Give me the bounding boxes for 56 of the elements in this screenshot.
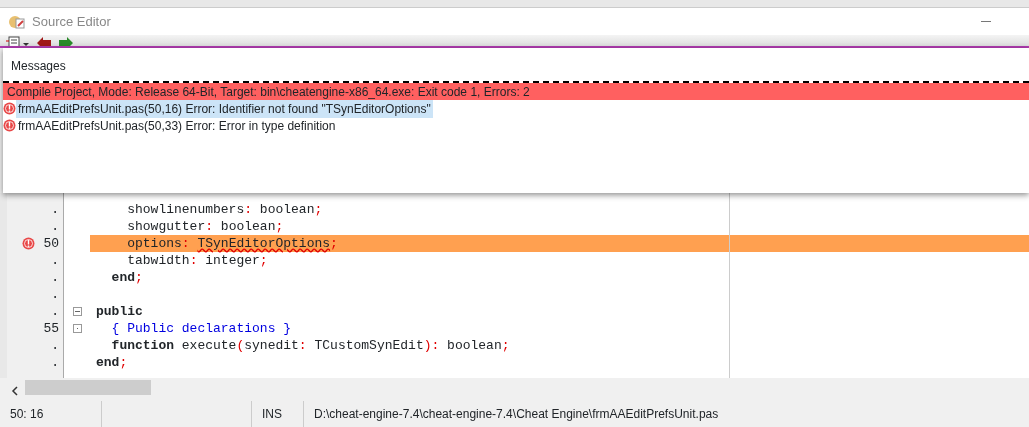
code-token: execute [180, 336, 237, 355]
code-token: ; [259, 251, 268, 270]
fold-node-icon[interactable] [72, 324, 82, 333]
code-token: tabwidth [126, 251, 190, 270]
line-number: . [51, 200, 59, 219]
code-token: public [96, 302, 143, 321]
scrollbar-thumb[interactable] [25, 380, 151, 395]
line-number: 50 [43, 234, 59, 253]
line-number: . [51, 251, 59, 270]
code-token: TSynEditorOptions [197, 234, 331, 253]
code-token: synedit [244, 336, 299, 355]
code-token: TCustomSynEdit [313, 336, 424, 355]
code-token: ): [423, 336, 440, 355]
cursor-position: 50: 16 [10, 406, 44, 423]
list-icon[interactable] [6, 35, 30, 46]
line-number: . [51, 268, 59, 287]
code-token: : [205, 217, 214, 236]
code-token: boolean [219, 217, 276, 236]
error-icon [22, 237, 36, 250]
code-token: function [110, 336, 174, 355]
code-token: : [298, 336, 307, 355]
file-path: D:\cheat-engine-7.4\cheat-engine-7.4\Cheat Engine\frmAAEditPrefsUnit.pas [314, 406, 719, 423]
code-token: boolean [258, 200, 315, 219]
panel-title: Messages [11, 59, 66, 73]
insert-mode: INS [262, 406, 282, 423]
line-number: 55 [43, 319, 59, 338]
code-token: { Public declarations } [110, 319, 292, 338]
code-token: end [110, 268, 135, 287]
code-token: ; [501, 336, 510, 355]
error-message[interactable]: frmAAEditPrefsUnit.pas(50,33) Error: Error in type definition [16, 116, 338, 135]
window-title: Source Editor [32, 12, 111, 31]
forward-arrow-icon[interactable] [58, 35, 74, 46]
code-token: : [181, 234, 191, 253]
code-token: ( [236, 336, 245, 355]
code-token: ; [119, 353, 128, 372]
code-token: ; [135, 268, 143, 287]
fold-minus-icon[interactable] [72, 307, 82, 316]
compile-summary[interactable]: Compile Project, Mode: Release 64-Bit, Target: bin\cheatengine-x86_64.exe: Exit code 1, Errors: 2 [5, 82, 532, 101]
line-number: . [51, 285, 59, 304]
code-token: : [189, 251, 198, 270]
summary-row[interactable]: Compile Project, Mode: Release 64-Bit, Target: bin\cheatengine-x86_64.exe: Exit code 1, Errors: 2 [3, 83, 1029, 100]
code-token: : [244, 200, 253, 219]
code-token: showgutter [126, 217, 206, 236]
back-arrow-icon[interactable] [36, 35, 52, 46]
line-number: . [51, 217, 59, 236]
code-token: showlinenumbers [126, 200, 245, 219]
line-number: . [51, 353, 59, 372]
code-token: options [126, 234, 182, 253]
code-token: boolean [446, 336, 502, 355]
code-token: ; [314, 200, 323, 219]
line-number: . [51, 336, 59, 355]
code-token: end [96, 353, 120, 372]
code-token: ; [275, 217, 284, 236]
code-token: integer [204, 251, 260, 270]
line-number: . [51, 302, 59, 321]
code-token: ; [330, 234, 338, 253]
